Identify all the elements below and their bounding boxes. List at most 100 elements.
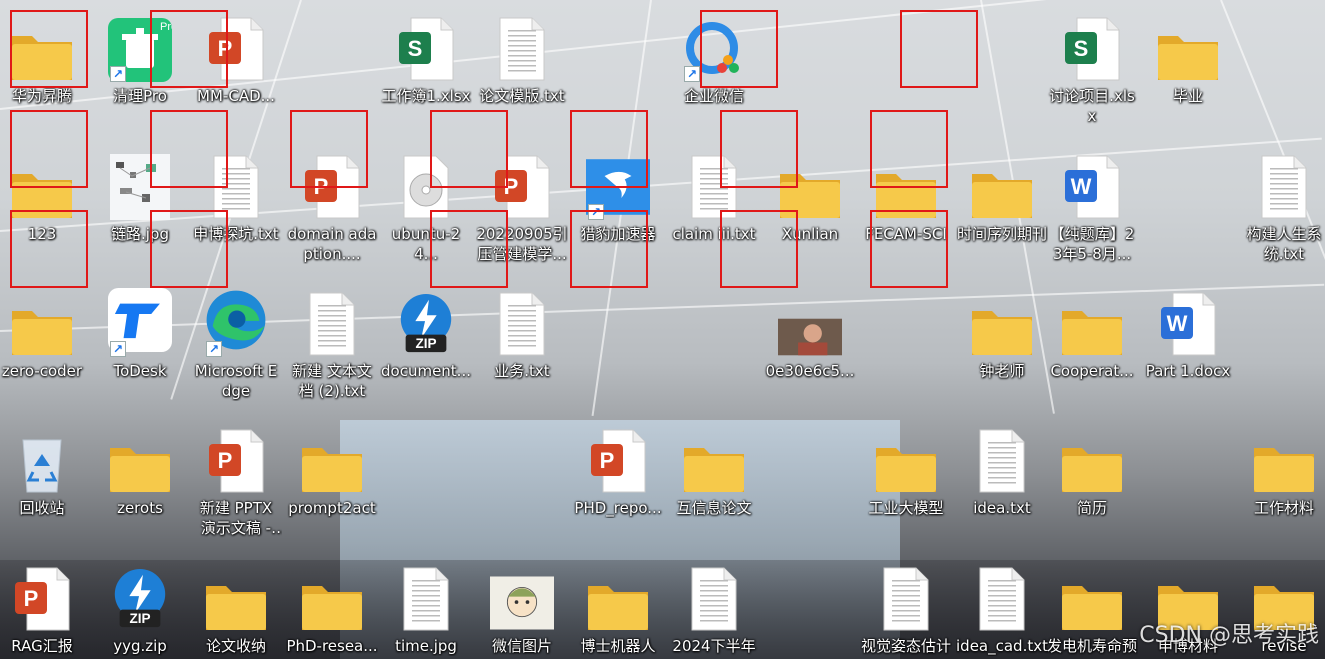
desktop-icon[interactable]: Xunlian xyxy=(768,148,852,244)
desktop-icon[interactable]: 论文模版.txt xyxy=(479,10,565,106)
desktop-icon[interactable]: 构建人生系统.txt xyxy=(1242,148,1325,264)
desktop-icon[interactable]: 回收站 xyxy=(0,422,84,518)
desktop-icon[interactable]: S 工作簿1.xlsx xyxy=(381,10,471,106)
folder-icon xyxy=(874,148,938,220)
edge-browser-icon: ↗ xyxy=(204,285,268,357)
desktop-icon-label: 微信图片 xyxy=(491,637,552,655)
desktop-icon[interactable]: 互信息论文 xyxy=(672,422,756,518)
desktop-icon-label: 新建 PPTX 演示文稿 - 副... xyxy=(199,499,273,537)
desktop-icon[interactable]: 博士机器人 xyxy=(576,560,660,656)
text-file-icon xyxy=(682,560,746,632)
desktop-icon[interactable]: W Part 1.docx xyxy=(1146,285,1230,381)
desktop-icon[interactable]: ↗ Microsoft Edge xyxy=(194,285,278,401)
desktop-icon[interactable]: zero-coder xyxy=(0,285,84,381)
desktop-icon[interactable]: 业务.txt xyxy=(480,285,564,381)
desktop-icon-label: 工作簿1.xlsx xyxy=(381,87,471,105)
shortcut-arrow-icon: ↗ xyxy=(110,341,126,357)
desktop-icon-label: 业务.txt xyxy=(494,362,550,380)
desktop-icon[interactable]: idea.txt xyxy=(960,422,1044,518)
desktop-icon[interactable]: ↗ 猎豹加速器 xyxy=(576,148,660,244)
desktop-icon-label: 互信息论文 xyxy=(676,499,752,517)
photo-thumbnail-icon xyxy=(490,560,554,632)
desktop-icon-label: idea_cad.txt xyxy=(956,637,1048,655)
desktop-icon[interactable]: 123 xyxy=(0,148,84,244)
desktop-icon[interactable]: 简历 xyxy=(1050,422,1134,518)
desktop-icon[interactable]: 新建 文本文档 (2).txt xyxy=(290,285,374,401)
shortcut-arrow-icon: ↗ xyxy=(588,204,604,220)
desktop-icon-label: 简历 xyxy=(1076,499,1107,517)
desktop-icon[interactable]: time.jpg xyxy=(384,560,468,656)
text-file-icon xyxy=(874,560,938,632)
cheetah-accelerator-icon: ↗ xyxy=(586,148,650,220)
svg-text:ZIP: ZIP xyxy=(129,611,150,626)
desktop-icon[interactable]: Pdomain adaption.... xyxy=(288,148,376,264)
desktop-icon[interactable]: P MM-CAD... xyxy=(194,10,278,106)
desktop-icon[interactable]: P 20220905引压管建模学... xyxy=(476,148,568,264)
desktop-icon[interactable]: prompt2act xyxy=(288,422,376,518)
desktop-icon[interactable]: ↗ 企业微信 xyxy=(672,10,756,106)
word-file-icon: W xyxy=(1156,285,1220,357)
desktop-icon-label: 清理Pro xyxy=(113,87,167,105)
desktop-icon[interactable]: 华为昇腾 xyxy=(0,10,84,106)
desktop-icon[interactable]: PhD-resea... xyxy=(286,560,378,656)
desktop-icon-label: PhD-resea... xyxy=(286,637,378,655)
desktop-icon-label: 构建人生系统.txt xyxy=(1246,225,1322,263)
desktop-icon[interactable]: Pro ↗ 清理Pro xyxy=(98,10,182,106)
desktop-icon-label: FECAM-SCI xyxy=(865,225,947,243)
desktop-icon[interactable]: Cooperat... xyxy=(1050,285,1134,381)
desktop-icon-label: 论文收纳 xyxy=(205,637,266,655)
folder-icon xyxy=(874,422,938,494)
desktop-icon[interactable]: S 讨论项目.xlsx xyxy=(1049,10,1135,126)
desktop-icon[interactable]: P RAG汇报 xyxy=(0,560,84,656)
folder-icon xyxy=(1060,422,1124,494)
shortcut-arrow-icon: ↗ xyxy=(206,341,222,357)
folder-icon xyxy=(586,560,650,632)
desktop-icon[interactable]: 发电机寿命预 xyxy=(1047,560,1137,656)
desktop-icon[interactable]: 2024下半年 xyxy=(672,560,756,656)
desktop-icon[interactable]: 视觉姿态估计 xyxy=(861,560,951,656)
desktop-icon[interactable]: zerots xyxy=(98,422,182,518)
text-file-icon xyxy=(490,10,554,82)
desktop-icon-label: idea.txt xyxy=(973,499,1031,517)
desktop-icon[interactable]: 毕业 xyxy=(1146,10,1230,106)
desktop-icon[interactable]: idea_cad.txt xyxy=(956,560,1048,656)
svg-text:S: S xyxy=(1074,36,1089,61)
desktop-icon[interactable]: P 新建 PPTX 演示文稿 - 副... xyxy=(194,422,278,538)
desktop-icon[interactable]: ZIP yyg.zip xyxy=(98,560,182,656)
desktop-icon[interactable]: ↗ ToDesk xyxy=(98,285,182,381)
desktop-icon-label: 20220905引压管建模学... xyxy=(476,225,568,263)
folder-icon xyxy=(300,422,364,494)
desktop-icon[interactable]: P PHD_repo... xyxy=(574,422,662,518)
desktop-icon-label: domain adaption.... xyxy=(287,225,377,263)
powerpoint-file-icon: P xyxy=(300,148,364,220)
desktop-icon-label: 企业微信 xyxy=(683,87,744,105)
folder-icon xyxy=(970,285,1034,357)
folder-icon xyxy=(1156,10,1220,82)
desktop-icon[interactable]: 链路.jpg xyxy=(98,148,182,244)
watermark-text: CSDN @思考实践 xyxy=(1139,623,1319,648)
desktop-icon[interactable]: 申博探坑.txt xyxy=(193,148,279,244)
desktop-icon[interactable]: 工作材料 xyxy=(1242,422,1325,518)
desktop-icon[interactable]: FECAM-SCI xyxy=(864,148,948,244)
desktop-icon-label: 博士机器人 xyxy=(580,637,656,655)
desktop-icon-label: RAG汇报 xyxy=(11,637,73,655)
folder-icon xyxy=(300,560,364,632)
desktop-icon[interactable]: 钟老师 xyxy=(960,285,1044,381)
zip-archive-icon: ZIP xyxy=(394,285,458,357)
text-file-icon xyxy=(970,422,1034,494)
desktop-icon-label: 链路.jpg xyxy=(111,225,169,243)
desktop-icon-label: 华为昇腾 xyxy=(11,87,72,105)
desktop-icon[interactable]: 时间序列期刊 xyxy=(957,148,1047,244)
desktop-icon[interactable]: ubuntu-24... xyxy=(384,148,468,264)
desktop-icon[interactable]: 微信图片 xyxy=(480,560,564,656)
shortcut-arrow-icon: ↗ xyxy=(684,66,700,82)
desktop-icon[interactable]: claim iii.txt xyxy=(672,148,756,244)
desktop-icon[interactable]: 0e30e6c5... xyxy=(766,285,854,381)
svg-text:W: W xyxy=(1071,174,1092,199)
desktop-icon-label: 视觉姿态估计 xyxy=(860,637,951,655)
text-file-icon xyxy=(682,148,746,220)
desktop-icon[interactable]: ZIP document... xyxy=(381,285,471,381)
desktop-icon[interactable]: 论文收纳 xyxy=(194,560,278,656)
desktop-icon[interactable]: 工业大模型 xyxy=(864,422,948,518)
desktop-icon[interactable]: W 【纯题库】23年5-8月... xyxy=(1050,148,1134,264)
